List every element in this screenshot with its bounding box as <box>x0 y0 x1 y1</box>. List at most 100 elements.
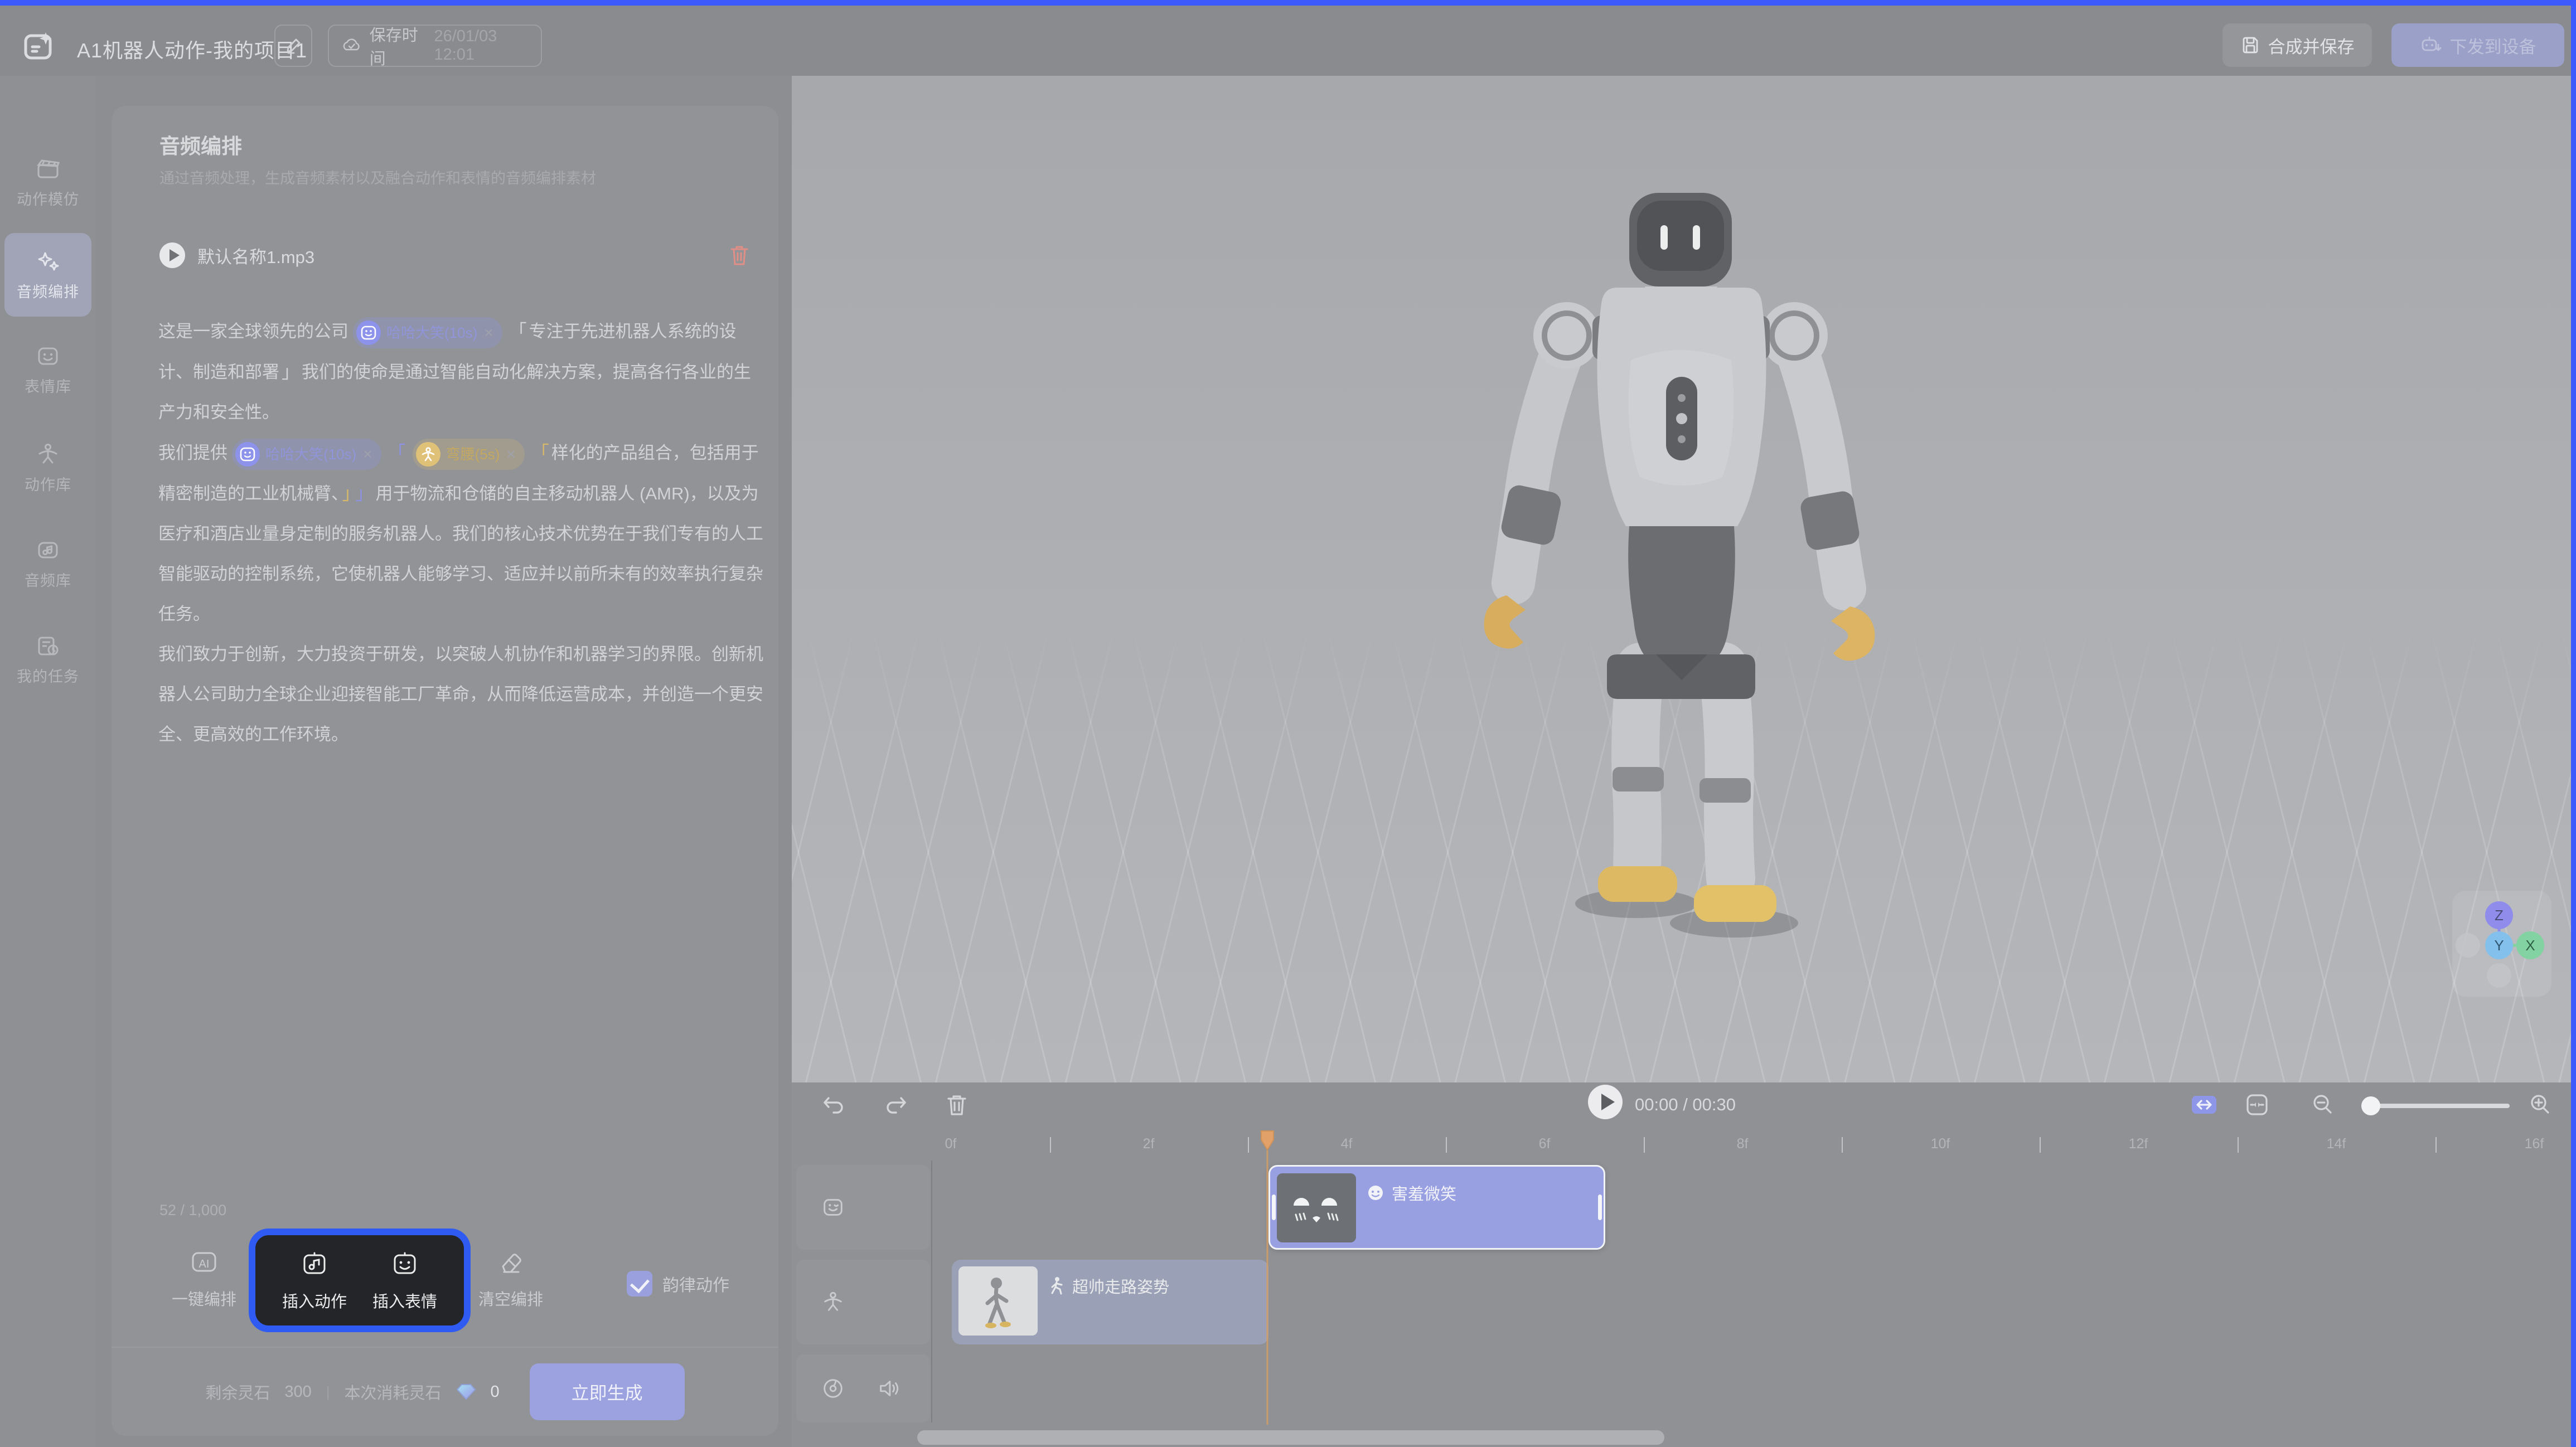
generate-now-button[interactable]: 立即生成 <box>530 1363 685 1420</box>
tag-label: 哈哈大笑(10s) <box>386 313 477 353</box>
synthesize-save-label: 合成并保存 <box>2268 33 2355 58</box>
snap-toggle-button[interactable] <box>2188 1089 2220 1120</box>
robot-model <box>1433 176 1924 956</box>
frame-border-right <box>2571 0 2576 1447</box>
timeline-tracks[interactable]: 害羞微笑 超帅走路姿势 <box>931 1160 2571 1422</box>
sidebar-item-audio-library[interactable]: 音频库 <box>4 522 91 605</box>
expression-tag[interactable]: 哈哈大笑(10s)× <box>232 439 381 470</box>
fit-to-width-button[interactable] <box>2241 1089 2273 1120</box>
person-icon <box>35 441 61 467</box>
zoom-in-button[interactable] <box>2525 1089 2556 1120</box>
rename-project-button[interactable] <box>274 25 312 67</box>
ruler-tick-label: 4f <box>1341 1136 1353 1152</box>
range-bracket: 」 <box>282 362 299 382</box>
app-window: A1机器人动作-我的项目1 保存时间 26/01/03 12:01 合成并保存 <box>0 0 2576 1447</box>
delete-audio-icon[interactable] <box>728 243 750 268</box>
rhythm-motion-label: 韵律动作 <box>662 1271 729 1296</box>
audio-play-button[interactable] <box>159 242 185 268</box>
audio-file-name: 默认名称1.mp3 <box>197 243 716 268</box>
expression-face-icon <box>35 343 61 369</box>
motion-tag[interactable]: 弯腰(5s)× <box>413 439 525 470</box>
svg-text:AI: AI <box>199 1258 210 1270</box>
zoom-slider-knob[interactable] <box>2361 1096 2380 1115</box>
time-display: 00:00 / 00:30 <box>1635 1095 1736 1115</box>
expression-clip[interactable]: 害羞微笑 <box>1268 1165 1605 1250</box>
expression-clip-label: 害羞微笑 <box>1392 1181 1456 1205</box>
synthesize-save-button[interactable]: 合成并保存 <box>2222 23 2372 67</box>
robot-3d-viewport[interactable]: Z Y X <box>792 76 2571 1082</box>
panel-title: 音频编排 <box>159 129 242 159</box>
expression-track-icon <box>821 1195 845 1220</box>
char-count: 52 / 1,000 <box>159 1202 226 1219</box>
ruler-tick <box>1842 1137 1843 1153</box>
panel-subtitle: 通过音频处理，生成音频素材以及融合动作和表情的音频编排素材 <box>159 166 596 188</box>
motion-clip[interactable]: 超帅走路姿势 <box>952 1260 1268 1344</box>
ruler-tick <box>1644 1137 1645 1153</box>
insert-motion-button[interactable]: 插入动作 <box>282 1249 347 1312</box>
timeline-ruler[interactable]: 0f2f4f6f8f10f12f14f16f <box>931 1132 2571 1159</box>
script-text: 我们致力于创新，大力投资于研发，以突破人机协作和机器学习的界限。创新机器人公司助… <box>158 644 763 744</box>
sidebar-item-motion-mimic[interactable]: 动作模仿 <box>4 140 91 224</box>
sidebar-item-my-tasks[interactable]: 我的任务 <box>4 618 91 701</box>
tag-remove-icon[interactable]: × <box>363 434 372 474</box>
one-click-arrange-button[interactable]: AI 一键编排 <box>172 1246 236 1310</box>
clear-arrange-button[interactable]: 清空编排 <box>478 1246 543 1310</box>
clear-arrange-label: 清空编排 <box>478 1286 543 1310</box>
project-title: A1机器人动作-我的项目1 <box>77 35 307 64</box>
range-bracket: 「 <box>388 443 406 463</box>
expression-tag[interactable]: 哈哈大笑(10s)× <box>353 317 502 348</box>
expression-clip-thumbnail <box>1277 1173 1356 1242</box>
ruler-tick-label: 6f <box>1539 1136 1551 1152</box>
timeline-play-button[interactable] <box>1588 1085 1623 1119</box>
deploy-to-device-button[interactable]: 下发到设备 <box>2391 23 2564 67</box>
expression-tag-icon <box>235 442 260 467</box>
deploy-label: 下发到设备 <box>2450 33 2536 58</box>
remaining-stones-value: 300 <box>284 1383 311 1401</box>
tour-spotlight: 插入动作 插入表情 <box>249 1229 471 1332</box>
tag-remove-icon[interactable]: × <box>484 313 493 353</box>
cost-stones-label: 本次消耗灵石 <box>345 1380 442 1404</box>
sidebar-item-audio-arrange[interactable]: 音频编排 <box>4 233 91 317</box>
sidebar-nav: 动作模仿 音频编排 表情库 动作库 音频库 <box>0 76 96 1447</box>
save-time-label: 保存时间 <box>370 22 427 69</box>
insert-expression-icon <box>389 1249 420 1280</box>
ruler-tick-label: 8f <box>1737 1136 1749 1152</box>
audio-file-row: 默认名称1.mp3 <box>159 239 750 272</box>
save-time-value: 26/01/03 12:01 <box>434 27 529 64</box>
sidebar-item-expression-library[interactable]: 表情库 <box>4 328 91 411</box>
tag-label: 弯腰(5s) <box>446 434 500 474</box>
expression-track-header[interactable] <box>796 1165 930 1250</box>
robot-download-icon <box>2420 35 2442 56</box>
smile-icon <box>1366 1183 1385 1202</box>
insert-motion-icon <box>299 1249 330 1280</box>
ruler-tick-label: 2f <box>1143 1136 1155 1152</box>
motion-tag-icon <box>416 442 440 467</box>
zoom-out-button[interactable] <box>2307 1089 2338 1120</box>
insert-motion-label: 插入动作 <box>282 1289 347 1312</box>
playhead-marker[interactable] <box>1260 1129 1275 1152</box>
ruler-tick-label: 14f <box>2327 1136 2346 1152</box>
timeline-zoom-slider[interactable] <box>2361 1104 2510 1108</box>
svg-text:Y: Y <box>2494 937 2504 954</box>
playhead-line <box>1267 1150 1268 1425</box>
sidebar-item-motion-library[interactable]: 动作库 <box>4 426 91 509</box>
audio-track-header[interactable] <box>796 1354 930 1422</box>
motion-track-header[interactable] <box>796 1260 930 1344</box>
expression-tag-icon <box>356 321 381 345</box>
sidebar-label: 动作模仿 <box>17 187 79 209</box>
undo-button[interactable] <box>819 1089 850 1120</box>
sidebar-label: 音频库 <box>25 569 71 590</box>
sidebar-label: 表情库 <box>25 375 71 396</box>
insert-expression-button[interactable]: 插入表情 <box>372 1249 437 1312</box>
ruler-tick <box>2040 1137 2041 1153</box>
timeline-panel: 00:00 / 00:30 0f2f4f6f8f10f12f14f16f <box>792 1082 2571 1447</box>
delete-clip-button[interactable] <box>941 1089 972 1120</box>
rhythm-motion-checkbox[interactable] <box>627 1271 652 1297</box>
volume-icon[interactable] <box>877 1376 901 1401</box>
timeline-horizontal-scrollbar[interactable] <box>917 1430 1664 1445</box>
redo-button[interactable] <box>880 1089 911 1120</box>
tag-remove-icon[interactable]: × <box>506 434 515 474</box>
script-editor[interactable]: 这是一家全球领先的公司哈哈大笑(10s)×「专注于先进机器人系统的设计、制造和部… <box>158 311 764 755</box>
sidebar-label: 音频编排 <box>17 280 79 302</box>
ruler-tick-label: 10f <box>1931 1136 1950 1152</box>
